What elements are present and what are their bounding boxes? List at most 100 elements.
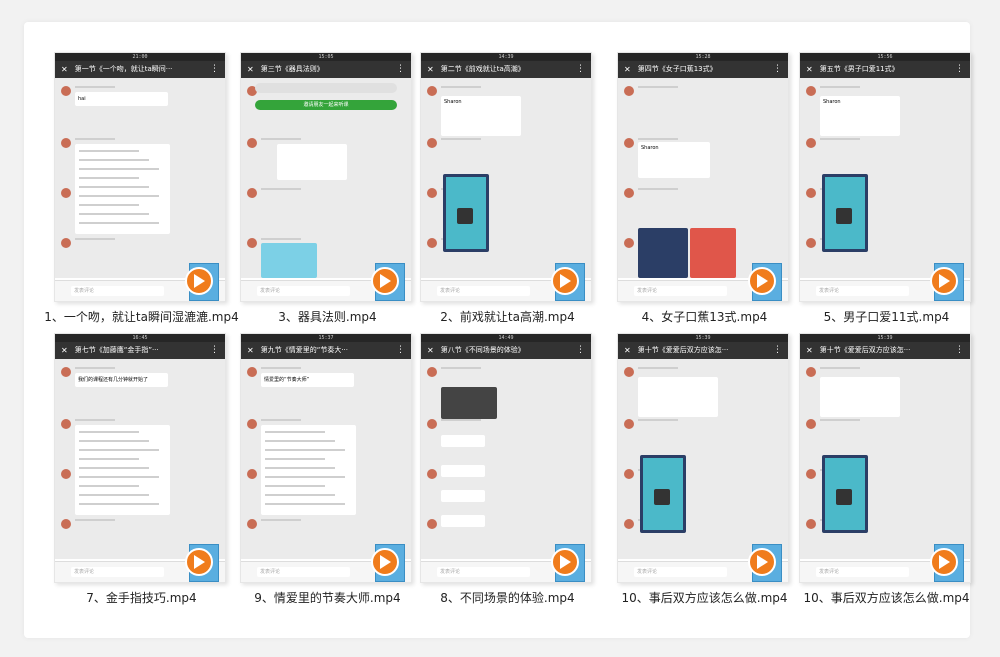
avatar xyxy=(624,138,634,148)
video-thumbnail[interactable]: 15:37 ✕ 第九节《情爱里的“节奏大··· ⋮ 情爱里的“节奏大师” 发表评论 xyxy=(240,333,412,583)
voice-message xyxy=(441,465,485,477)
close-icon: ✕ xyxy=(806,346,813,355)
chat-title-bar: ✕ 第十节《爱爱后双方应该怎··· ⋮ xyxy=(800,342,970,359)
chat-area: 情爱里的“节奏大师” xyxy=(241,359,411,559)
play-triangle-icon xyxy=(380,555,391,569)
sender-line xyxy=(261,238,301,240)
avatar xyxy=(806,367,816,377)
message-bubble xyxy=(261,425,356,515)
sender-line xyxy=(638,188,678,190)
chat-area: Sharon xyxy=(800,78,970,278)
text-line xyxy=(265,476,345,478)
text-line xyxy=(79,195,159,197)
comment-input[interactable]: 发表评论 xyxy=(437,286,530,296)
avatar xyxy=(806,419,816,429)
chat-title: 第五节《男子口爱11式》 xyxy=(819,65,899,73)
play-triangle-icon xyxy=(939,555,950,569)
play-icon[interactable] xyxy=(185,544,219,582)
video-thumbnail[interactable]: 15:05 ✕ 第三节《器具法则》 ⋮ 邀请朋友一起来听课 发表评论 xyxy=(240,52,412,302)
video-filename[interactable]: 2、前戏就让ta高潮.mp4 xyxy=(400,308,615,325)
play-icon[interactable] xyxy=(551,544,585,582)
chat-title: 第七节《加藤鹰“金手指”··· xyxy=(74,346,159,354)
comment-input[interactable]: 发表评论 xyxy=(257,567,350,577)
text-line xyxy=(79,186,149,188)
video-thumbnail[interactable]: 15:39 ✕ 第十节《爱爱后双方应该怎··· ⋮ 发表评论 xyxy=(617,333,789,583)
play-icon[interactable] xyxy=(930,544,964,582)
chat-title-bar: ✕ 第九节《情爱里的“节奏大··· ⋮ xyxy=(241,342,411,359)
sender-line xyxy=(261,138,301,140)
video-thumbnail[interactable]: 15:28 ✕ 第四节《女子口蕉13式》 ⋮ Sharon 发表评论 xyxy=(617,52,789,302)
avatar xyxy=(624,419,634,429)
text-line xyxy=(79,476,159,478)
play-icon[interactable] xyxy=(371,263,405,301)
text-line xyxy=(79,458,139,460)
more-icon: ⋮ xyxy=(773,64,782,74)
avatar xyxy=(624,469,634,479)
sender-line xyxy=(638,367,678,369)
video-filename[interactable]: 8、不同场景的体验.mp4 xyxy=(400,589,615,606)
play-icon[interactable] xyxy=(748,544,782,582)
comment-input[interactable]: 发表评论 xyxy=(634,286,727,296)
status-bar: 15:39 xyxy=(618,334,788,342)
play-icon[interactable] xyxy=(371,544,405,582)
play-triangle-icon xyxy=(757,555,768,569)
avatar xyxy=(427,469,437,479)
share-card: Sharon xyxy=(441,96,521,136)
chat-title: 第四节《女子口蕉13式》 xyxy=(637,65,717,73)
video-thumbnail[interactable]: 14:49 ✕ 第八节《不同场景的体验》 ⋮ 发表评论 xyxy=(420,333,592,583)
avatar xyxy=(624,188,634,198)
chat-area: 我们的课程还有几分钟就开始了 xyxy=(55,359,225,559)
video-filename[interactable]: 7、金手指技巧.mp4 xyxy=(34,589,249,606)
sender-line xyxy=(75,138,115,140)
chat-title: 第九节《情爱里的“节奏大··· xyxy=(260,346,349,354)
avatar xyxy=(247,367,257,377)
play-icon[interactable] xyxy=(930,263,964,301)
sender-line xyxy=(638,86,678,88)
video-thumbnail[interactable]: 15:56 ✕ 第五节《男子口爱11式》 ⋮ Sharon 发表评论 xyxy=(799,52,971,302)
comment-input[interactable]: 发表评论 xyxy=(816,286,909,296)
voice-message xyxy=(441,490,485,502)
status-bar: 21:00 xyxy=(55,53,225,61)
text-line xyxy=(79,168,159,170)
sender-line xyxy=(820,419,860,421)
avatar xyxy=(61,519,71,529)
comment-input[interactable]: 发表评论 xyxy=(71,286,164,296)
poster-image xyxy=(690,228,736,278)
comment-input[interactable]: 发表评论 xyxy=(816,567,909,577)
video-thumbnail[interactable]: 15:39 ✕ 第十节《爱爱后双方应该怎··· ⋮ 发表评论 xyxy=(799,333,971,583)
chat-title-bar: ✕ 第七节《加藤鹰“金手指”··· ⋮ xyxy=(55,342,225,359)
qr-code xyxy=(457,208,473,224)
chat-title-bar: ✕ 第五节《男子口爱11式》 ⋮ xyxy=(800,61,970,78)
close-icon: ✕ xyxy=(427,346,434,355)
comment-input[interactable]: 发表评论 xyxy=(71,567,164,577)
text-line xyxy=(79,177,139,179)
play-icon[interactable] xyxy=(185,263,219,301)
play-triangle-icon xyxy=(939,274,950,288)
chat-title-bar: ✕ 第三节《器具法则》 ⋮ xyxy=(241,61,411,78)
status-bar: 16:45 xyxy=(55,334,225,342)
video-thumbnail[interactable]: 21:00 ✕ 第一节《一个吻，就让ta瞬间··· ⋮ hai 发表评论 xyxy=(54,52,226,302)
share-card xyxy=(638,377,718,417)
avatar xyxy=(427,238,437,248)
comment-input[interactable]: 发表评论 xyxy=(437,567,530,577)
video-thumbnail[interactable]: 16:45 ✕ 第七节《加藤鹰“金手指”··· ⋮ 我们的课程还有几分钟就开始了发表评论 xyxy=(54,333,226,583)
avatar xyxy=(61,367,71,377)
video-filename[interactable]: 10、事后双方应该怎么做.mp4 xyxy=(779,589,994,606)
text-line xyxy=(265,431,325,433)
play-icon[interactable] xyxy=(551,263,585,301)
text-line xyxy=(79,150,139,152)
video-filename[interactable]: 1、一个吻，就让ta瞬间湿漉漉.mp4 xyxy=(34,308,249,325)
avatar xyxy=(624,367,634,377)
avatar xyxy=(806,519,816,529)
more-icon: ⋮ xyxy=(396,64,405,74)
sender-line xyxy=(820,367,860,369)
video-thumbnail[interactable]: 14:39 ✕ 第二节《前戏就让ta高潮》 ⋮ Sharon 发表评论 xyxy=(420,52,592,302)
text-line xyxy=(79,204,139,206)
avatar xyxy=(427,367,437,377)
comment-input[interactable]: 发表评论 xyxy=(634,567,727,577)
close-icon: ✕ xyxy=(624,65,631,74)
comment-input[interactable]: 发表评论 xyxy=(257,286,350,296)
chat-area: Sharon xyxy=(421,78,591,278)
video-filename[interactable]: 5、男子口爱11式.mp4 xyxy=(779,308,994,325)
play-icon[interactable] xyxy=(748,263,782,301)
